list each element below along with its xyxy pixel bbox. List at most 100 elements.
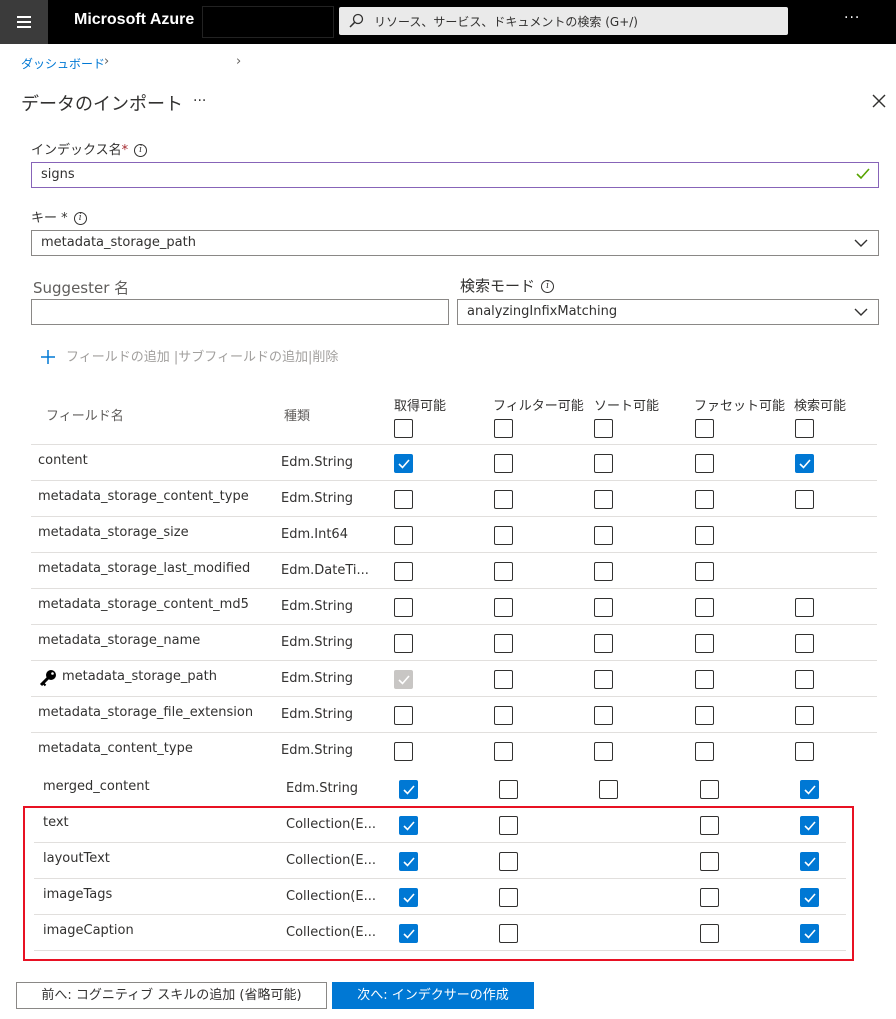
row-divider	[31, 732, 877, 733]
retrievable-checkbox[interactable]	[394, 706, 413, 725]
retrievable-checkbox[interactable]	[394, 454, 413, 473]
valid-check-icon	[856, 168, 870, 180]
breadcrumb-dashboard[interactable]: ダッシュボード	[21, 55, 105, 72]
add-icon	[41, 350, 55, 364]
select-all-facetable-checkbox[interactable]	[695, 419, 714, 438]
searchable-checkbox[interactable]	[795, 454, 814, 473]
searchable-checkbox[interactable]	[795, 670, 814, 689]
select-all-sortable-checkbox[interactable]	[594, 419, 613, 438]
retrievable-checkbox	[394, 670, 413, 689]
field-type-cell: Edm.String	[281, 743, 354, 758]
retrievable-checkbox[interactable]	[394, 562, 413, 581]
search-input[interactable]: リソース、サービス、ドキュメントの検索 (G+/)	[339, 7, 788, 35]
search-mode-value: analyzingInfixMatching	[467, 304, 618, 319]
filterable-checkbox[interactable]	[494, 490, 513, 509]
searchable-checkbox[interactable]	[795, 634, 814, 653]
filterable-checkbox[interactable]	[494, 454, 513, 473]
filterable-checkbox[interactable]	[494, 598, 513, 617]
sortable-checkbox[interactable]	[594, 670, 613, 689]
row-divider	[31, 696, 877, 697]
checkmark-icon	[398, 459, 410, 469]
row-divider	[31, 444, 877, 445]
chevron-down-icon	[854, 308, 868, 316]
index-name-input[interactable]: signs	[31, 162, 879, 188]
info-icon[interactable]: i	[541, 280, 555, 293]
field-type-cell: Edm.String	[281, 635, 354, 650]
sortable-checkbox[interactable]	[594, 598, 613, 617]
chevron-right-icon: ›	[236, 54, 242, 69]
key-label-text: キー *	[31, 211, 68, 226]
search-mode-select[interactable]: analyzingInfixMatching	[457, 299, 879, 325]
sortable-checkbox[interactable]	[599, 780, 618, 799]
previous-button[interactable]: 前へ: コグニティブ スキルの追加 (省略可能)	[16, 982, 327, 1009]
next-button[interactable]: 次へ: インデクサーの作成	[332, 982, 534, 1009]
facetable-checkbox[interactable]	[695, 706, 714, 725]
index-name-label: インデックス名* i	[31, 139, 148, 158]
filterable-checkbox[interactable]	[494, 634, 513, 653]
facetable-checkbox[interactable]	[700, 780, 719, 799]
row-divider	[31, 516, 877, 517]
menu-button[interactable]	[0, 0, 48, 44]
field-name-cell: metadata_content_type	[38, 741, 193, 756]
searchable-checkbox[interactable]	[795, 490, 814, 509]
field-name-cell: metadata_storage_size	[38, 525, 189, 540]
filterable-checkbox[interactable]	[494, 706, 513, 725]
facetable-checkbox[interactable]	[695, 742, 714, 761]
more-icon[interactable]: ···	[193, 93, 206, 109]
retrievable-checkbox[interactable]	[394, 742, 413, 761]
searchable-checkbox[interactable]	[800, 780, 819, 799]
sortable-checkbox[interactable]	[594, 526, 613, 545]
add-field-toolbar[interactable]: フィールドの追加 |サブフィールドの追加|削除	[66, 346, 338, 365]
brand-title[interactable]: Microsoft Azure	[74, 11, 194, 29]
filterable-checkbox[interactable]	[494, 526, 513, 545]
info-icon[interactable]: i	[134, 144, 148, 157]
sortable-checkbox[interactable]	[594, 490, 613, 509]
filterable-checkbox[interactable]	[499, 780, 518, 799]
search-icon	[349, 13, 364, 28]
key-label: キー * i	[31, 207, 87, 226]
select-all-filterable-checkbox[interactable]	[494, 419, 513, 438]
select-all-retrievable-checkbox[interactable]	[394, 419, 413, 438]
facetable-checkbox[interactable]	[695, 526, 714, 545]
retrievable-checkbox[interactable]	[394, 598, 413, 617]
key-select[interactable]: metadata_storage_path	[31, 230, 879, 256]
hamburger-icon-line	[17, 26, 31, 28]
field-name-cell: metadata_storage_content_type	[38, 489, 249, 504]
filterable-checkbox[interactable]	[494, 670, 513, 689]
facetable-checkbox[interactable]	[695, 490, 714, 509]
facetable-checkbox[interactable]	[695, 562, 714, 581]
searchable-checkbox[interactable]	[795, 742, 814, 761]
retrievable-checkbox[interactable]	[394, 490, 413, 509]
searchable-checkbox[interactable]	[795, 598, 814, 617]
facetable-checkbox[interactable]	[695, 634, 714, 653]
facetable-checkbox[interactable]	[695, 598, 714, 617]
sortable-checkbox[interactable]	[594, 706, 613, 725]
info-icon[interactable]: i	[73, 212, 87, 225]
retrievable-checkbox[interactable]	[399, 780, 418, 799]
facetable-checkbox[interactable]	[695, 454, 714, 473]
filterable-checkbox[interactable]	[494, 562, 513, 581]
row-divider	[31, 552, 877, 553]
field-name-cell: metadata_storage_content_md5	[38, 597, 249, 612]
key-value: metadata_storage_path	[41, 235, 196, 250]
field-name-cell: merged_content	[43, 779, 150, 794]
close-icon[interactable]	[869, 91, 889, 111]
more-options-icon[interactable]: ···	[844, 10, 860, 26]
sortable-checkbox[interactable]	[594, 634, 613, 653]
retrievable-checkbox[interactable]	[394, 634, 413, 653]
directory-badge	[202, 6, 334, 38]
column-header-searchable: 検索可能	[794, 399, 847, 414]
top-bar: Microsoft Azure リソース、サービス、ドキュメントの検索 (G+/…	[0, 0, 896, 44]
field-name-cell: metadata_storage_name	[38, 633, 201, 648]
searchable-checkbox[interactable]	[795, 706, 814, 725]
sortable-checkbox[interactable]	[594, 562, 613, 581]
retrievable-checkbox[interactable]	[394, 526, 413, 545]
field-type-cell: Edm.String	[281, 671, 354, 686]
sortable-checkbox[interactable]	[594, 742, 613, 761]
select-all-searchable-checkbox[interactable]	[795, 419, 814, 438]
sortable-checkbox[interactable]	[594, 454, 613, 473]
facetable-checkbox[interactable]	[695, 670, 714, 689]
suggester-name-input[interactable]	[31, 299, 449, 325]
row-divider	[31, 588, 877, 589]
filterable-checkbox[interactable]	[494, 742, 513, 761]
